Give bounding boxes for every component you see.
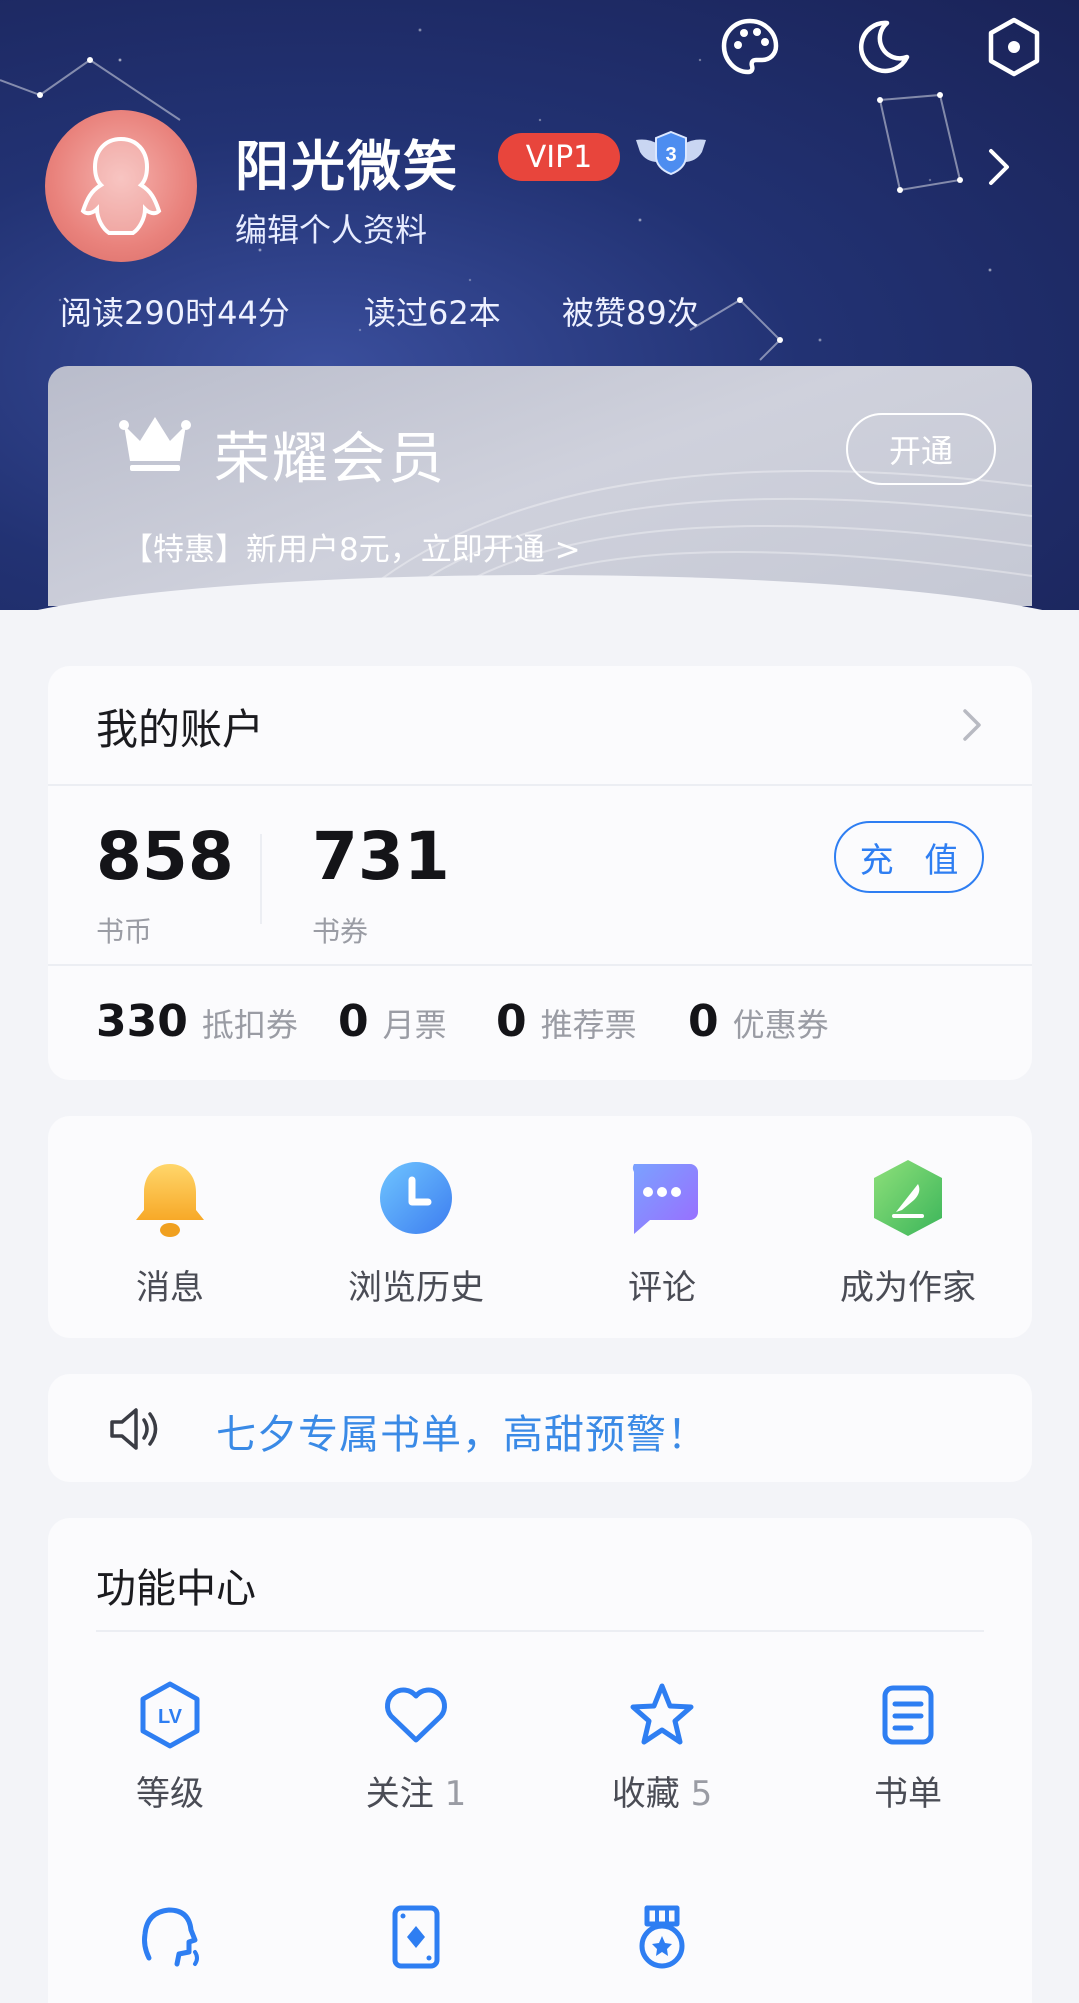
clock-icon bbox=[380, 1162, 452, 1234]
chat-bubble-icon bbox=[632, 1164, 698, 1234]
avatar[interactable] bbox=[45, 110, 197, 262]
medal-icon bbox=[639, 1905, 685, 1969]
ticket-label: 月票 bbox=[382, 1006, 447, 1044]
quick-item-label: 成为作家 bbox=[840, 1268, 976, 1308]
voice-head-icon bbox=[142, 1907, 199, 1967]
function-item-favorites[interactable]: 收藏 5 bbox=[562, 1680, 762, 1815]
membership-title: 荣耀会员 bbox=[214, 427, 446, 492]
ticket-value: 0 bbox=[688, 996, 719, 1047]
monthly-ticket-stat[interactable]: 0 月票 bbox=[338, 996, 447, 1047]
function-item-label: 等级 bbox=[136, 1774, 204, 1814]
function-item-booklist[interactable]: 书单 bbox=[808, 1680, 1008, 1815]
palette-icon[interactable] bbox=[715, 12, 785, 82]
default-avatar-icon bbox=[80, 136, 162, 235]
favorites-count: 5 bbox=[690, 1774, 713, 1814]
wave-pattern-decoration bbox=[347, 470, 1032, 606]
function-center-card: 功能中心 LV 等级 关注 1 收藏 5 书单 bbox=[48, 1518, 1032, 2003]
reading-time-stat: 阅读290时44分 bbox=[60, 294, 290, 332]
account-card: 我的账户 858 书币 731 书券 充 值 330 抵扣券 0 月票 0 推荐… bbox=[48, 666, 1032, 1080]
book-coins-value: 858 bbox=[96, 818, 234, 895]
ticket-value: 330 bbox=[96, 996, 188, 1047]
vip-badge[interactable]: VIP1 bbox=[498, 133, 620, 181]
vertical-divider bbox=[260, 834, 262, 924]
chevron-right-icon[interactable] bbox=[960, 706, 984, 748]
function-item-label: 书单 bbox=[874, 1774, 942, 1814]
svg-text:3: 3 bbox=[665, 144, 676, 166]
crown-icon bbox=[118, 411, 192, 479]
function-center-title: 功能中心 bbox=[96, 1566, 256, 1612]
book-coins-label: 书币 bbox=[96, 915, 153, 948]
function-item-voice[interactable] bbox=[70, 1902, 270, 1972]
edit-profile-link[interactable]: 编辑个人资料 bbox=[235, 205, 427, 251]
membership-card[interactable]: 荣耀会员 开通 【特惠】新用户8元，立即开通 > bbox=[48, 366, 1032, 606]
book-vouchers-label: 书券 bbox=[312, 915, 369, 948]
bell-icon bbox=[136, 1164, 204, 1237]
function-item-card[interactable] bbox=[316, 1902, 516, 1972]
account-title[interactable]: 我的账户 bbox=[96, 696, 264, 757]
announcement-banner[interactable]: 七夕专属书单，高甜预警！ bbox=[48, 1374, 1032, 1482]
quick-item-history[interactable]: 浏览历史 bbox=[316, 1158, 516, 1309]
books-read-stat: 读过62本 bbox=[364, 294, 501, 332]
divider bbox=[96, 1630, 984, 1632]
quick-item-become-writer[interactable]: 成为作家 bbox=[808, 1158, 1008, 1309]
quick-item-comments[interactable]: 评论 bbox=[562, 1158, 762, 1309]
quick-item-messages[interactable]: 消息 bbox=[70, 1158, 270, 1309]
moon-icon[interactable] bbox=[848, 12, 918, 82]
booklist-icon bbox=[882, 1685, 934, 1745]
function-item-label: 收藏 5 bbox=[611, 1774, 713, 1814]
recharge-button[interactable]: 充 值 bbox=[834, 821, 984, 893]
ticket-label: 推荐票 bbox=[540, 1006, 637, 1044]
level-wing-badge[interactable]: 3 bbox=[632, 128, 710, 182]
settings-hexagon-icon[interactable] bbox=[979, 12, 1049, 82]
divider bbox=[48, 964, 1032, 966]
function-item-medal[interactable] bbox=[562, 1902, 762, 1972]
quick-actions-card: 消息 浏览历史 评论 成为作家 bbox=[48, 1116, 1032, 1338]
likes-stat: 被赞89次 bbox=[562, 294, 699, 332]
discount-coupon-stat[interactable]: 0 优惠券 bbox=[688, 996, 829, 1047]
username: 阳光微笑 bbox=[235, 135, 459, 198]
quick-item-label: 浏览历史 bbox=[348, 1268, 484, 1308]
quick-item-label: 消息 bbox=[136, 1268, 204, 1308]
open-membership-button[interactable]: 开通 bbox=[846, 413, 996, 485]
svg-text:LV: LV bbox=[158, 1706, 183, 1728]
card-icon bbox=[392, 1905, 440, 1969]
divider bbox=[48, 784, 1032, 786]
speaker-icon bbox=[106, 1404, 162, 1458]
pen-hexagon-icon bbox=[874, 1160, 942, 1236]
book-vouchers-value: 731 bbox=[312, 818, 450, 895]
quick-item-label: 评论 bbox=[628, 1268, 696, 1308]
ticket-value: 0 bbox=[338, 996, 369, 1047]
ticket-value: 0 bbox=[496, 996, 527, 1047]
level-icon: LV bbox=[140, 1681, 200, 1749]
ticket-label: 抵扣券 bbox=[201, 1006, 298, 1044]
function-item-follow[interactable]: 关注 1 bbox=[316, 1680, 516, 1815]
function-item-label: 关注 1 bbox=[365, 1774, 467, 1814]
membership-promo-link[interactable]: 【特惠】新用户8元，立即开通 > bbox=[122, 524, 581, 569]
star-icon bbox=[630, 1683, 694, 1745]
chevron-right-icon[interactable] bbox=[985, 145, 1013, 193]
function-item-level[interactable]: LV 等级 bbox=[70, 1680, 270, 1815]
recommend-ticket-stat[interactable]: 0 推荐票 bbox=[496, 996, 637, 1047]
ticket-label: 优惠券 bbox=[732, 1006, 829, 1044]
heart-icon bbox=[385, 1687, 447, 1743]
deduction-coupon-stat[interactable]: 330 抵扣券 bbox=[96, 996, 298, 1047]
follow-count: 1 bbox=[444, 1774, 467, 1814]
profile-header: 阳光微笑 VIP1 3 编辑个人资料 阅读290时44分 读过62本 被赞89次… bbox=[0, 0, 1079, 610]
announcement-text[interactable]: 七夕专属书单，高甜预警！ bbox=[216, 1402, 708, 1460]
